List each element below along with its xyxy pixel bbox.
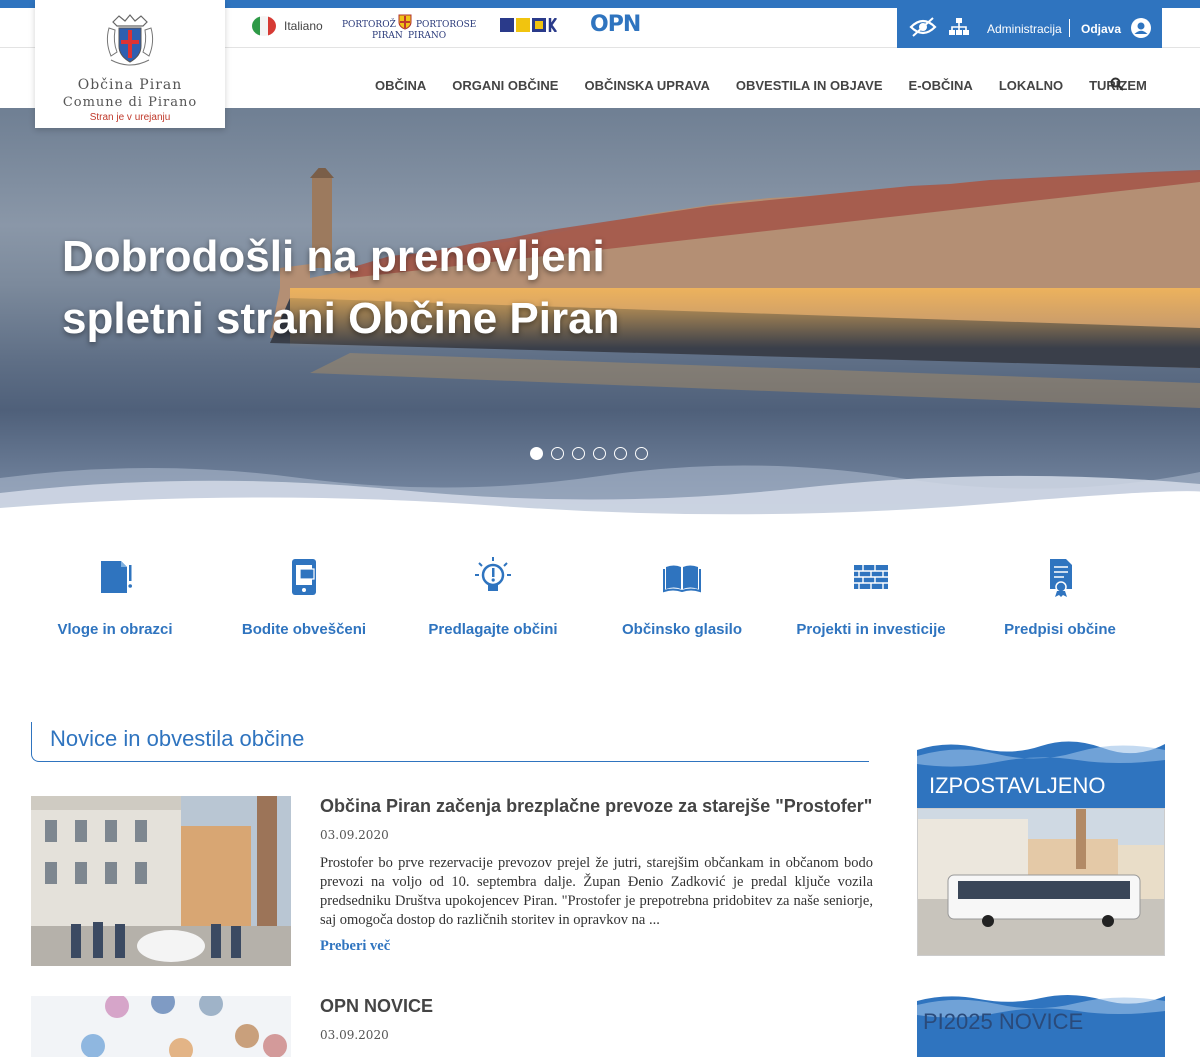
partner-logo-text: PIRANO (408, 31, 447, 41)
partner-logo-text: PORTOROŽ (342, 20, 396, 30)
article-date: 03.09.2020 (320, 828, 389, 842)
quick-link-label: Občinsko glasilo (621, 621, 743, 638)
utility-box: Administracija Odjava (897, 8, 1162, 48)
quick-links: Vloge in obrazci Bodite obveščeni Predla… (20, 555, 1180, 650)
article-title[interactable]: Občina Piran začenja brezplačne prevoze … (320, 796, 872, 817)
opn-link[interactable]: OPN (590, 12, 641, 37)
square-icon (532, 18, 546, 32)
language-label: Italiano (284, 19, 323, 33)
article-title[interactable]: OPN NOVICE (320, 996, 433, 1017)
article-thumbnail[interactable] (31, 996, 291, 1057)
article-excerpt: Prostofer bo prve rezervacije prevozov p… (320, 855, 873, 928)
nav-item-obvestila-in-objave[interactable]: OBVESTILA IN OBJAVE (736, 78, 883, 93)
quick-link-label: Predlagajte občini (428, 621, 558, 638)
coat-of-arms-icon (106, 14, 154, 66)
quick-link-label: Projekti in investicije (796, 621, 946, 638)
accessibility-eye-icon[interactable] (909, 16, 937, 38)
search-icon[interactable] (1110, 77, 1124, 91)
news-section-heading: Novice in obvestila občine (31, 722, 869, 762)
hero-slider: Dobrodošli na prenovljeni spletni strani… (0, 108, 1200, 528)
italian-flag-icon (252, 16, 276, 36)
read-more-link[interactable]: Preberi več (320, 938, 390, 955)
quick-link-label: Bodite obveščeni (241, 621, 367, 638)
article-illustration-people (31, 996, 291, 1057)
news-article: OPN NOVICE 03.09.2020 (31, 996, 876, 1057)
hero-wave-decoration (0, 465, 1200, 528)
quick-link-predlagajte[interactable]: Predlagajte občini (398, 555, 588, 638)
divider (1069, 19, 1070, 37)
nav-item-organi-obcine[interactable]: ORGANI OBČINE (452, 78, 558, 93)
flag-squares-logo[interactable] (500, 18, 558, 32)
logo-name-slovene: Občina Piran (77, 77, 183, 93)
hero-title: Dobrodošli na prenovljeni spletni strani… (62, 232, 620, 343)
featured-box[interactable]: IZPOSTAVLJENO (917, 740, 1165, 958)
portoroz-piran-logo[interactable]: PORTOROŽ PORTOROSE PIRAN PIRANO (342, 12, 477, 42)
chevron-logo-icon (548, 18, 558, 32)
language-switch[interactable]: Italiano (252, 16, 323, 36)
quick-link-vloge[interactable]: Vloge in obrazci (20, 555, 210, 638)
nav-item-obcina[interactable]: OBČINA (375, 78, 426, 93)
admin-link[interactable]: Administracija (987, 22, 1062, 36)
news-article: Občina Piran začenja brezplačne prevoze … (31, 796, 876, 971)
news-heading-text: Novice in obvestila občine (50, 726, 305, 751)
partner-logo-text: PORTOROSE (416, 20, 477, 30)
certificate-icon (1050, 559, 1072, 597)
book-icon (663, 565, 701, 593)
quick-link-projekti[interactable]: Projekti in investicije (776, 555, 966, 638)
logo-status-note: Stran je v urejanju (89, 112, 171, 123)
brick-wall-icon (854, 565, 888, 589)
square-icon (500, 18, 514, 32)
partner-logo-text: PIRAN (372, 31, 403, 41)
lightbulb-icon (475, 557, 511, 591)
user-icon[interactable] (1131, 18, 1151, 38)
site-logo[interactable]: Občina Piran Comune di Pirano Stran je v… (35, 0, 225, 128)
document-icon (101, 561, 132, 593)
nav-item-obcinska-uprava[interactable]: OBČINSKA UPRAVA (584, 78, 709, 93)
pi2025-title: PI2025 NOVICE (923, 1009, 1084, 1034)
nav-item-lokalno[interactable]: LOKALNO (999, 78, 1063, 93)
nav-item-e-obcina[interactable]: E-OBČINA (909, 78, 973, 93)
article-date: 03.09.2020 (320, 1028, 389, 1042)
partner-emblem-icon (398, 14, 412, 30)
quick-link-label: Vloge in obrazci (57, 621, 173, 638)
article-thumbnail[interactable] (31, 796, 291, 966)
logout-link[interactable]: Odjava (1081, 22, 1121, 36)
quick-link-obvesceni[interactable]: Bodite obveščeni (209, 555, 399, 638)
featured-title: IZPOSTAVLJENO (929, 773, 1106, 798)
quick-link-label: Predpisi občine (1004, 621, 1116, 638)
pi2025-news-box[interactable]: PI2025 NOVICE (917, 993, 1165, 1057)
quick-link-predpisi[interactable]: Predpisi občine (965, 555, 1155, 638)
square-icon (516, 18, 530, 32)
main-navigation: OBČINA ORGANI OBČINE OBČINSKA UPRAVA OBV… (375, 78, 1173, 93)
mobile-icon (292, 559, 316, 595)
logo-name-italian: Comune di Pirano (62, 95, 198, 110)
quick-link-glasilo[interactable]: Občinsko glasilo (587, 555, 777, 638)
featured-image[interactable] (917, 808, 1165, 956)
article-photo-town-hall (31, 796, 291, 966)
featured-photo-bus (918, 809, 1164, 955)
sitemap-icon[interactable] (949, 17, 969, 37)
